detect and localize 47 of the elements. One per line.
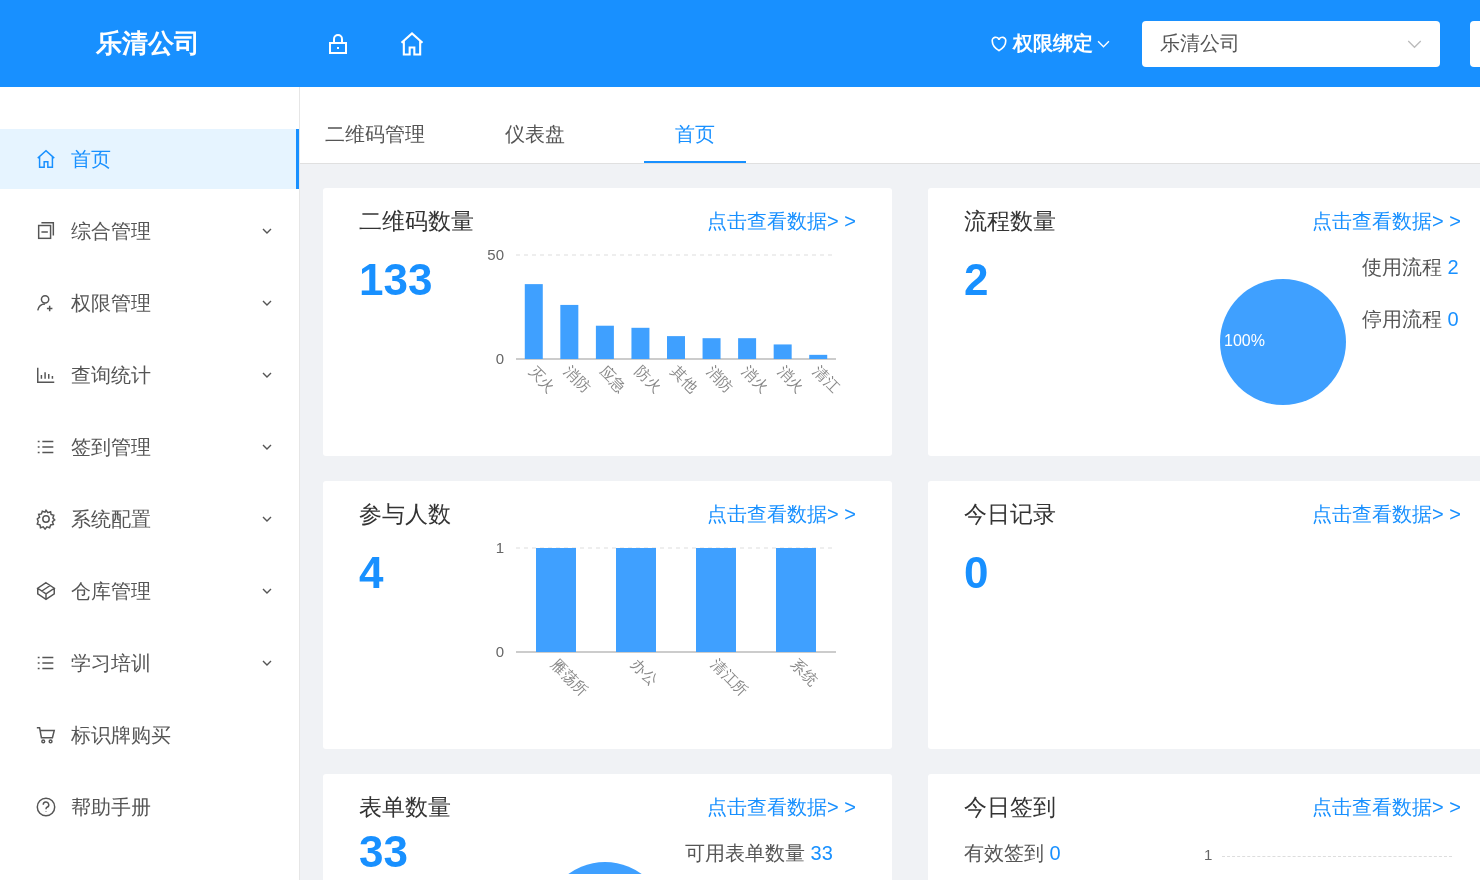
axis-tick-label: 1: [495, 539, 504, 556]
axis-category-label: 应急: [596, 362, 630, 396]
sidebar-item[interactable]: 帮助手册: [0, 777, 299, 837]
axis-category-label: 消火: [739, 362, 773, 396]
axis-category-label: 雁荡所: [547, 655, 592, 699]
legend-text: 有效签到 0: [964, 841, 1062, 866]
total-count: 4: [359, 549, 385, 599]
card-title: 参与人数: [359, 499, 451, 529]
total-count: 33: [359, 828, 409, 878]
sidebar-item[interactable]: 系统配置: [0, 489, 299, 549]
axis-category-label: 灭火: [525, 362, 559, 396]
sidebar-item[interactable]: 签到管理: [0, 417, 299, 477]
legend-text: 使用流程 2: [1362, 255, 1459, 280]
company-select[interactable]: 乐清公司: [1142, 20, 1440, 67]
sidebar-item[interactable]: 查询统计: [0, 345, 299, 405]
axis-category-label: 清江所: [707, 655, 752, 699]
tab[interactable]: 二维码管理: [324, 121, 426, 163]
sidebar-item[interactable]: 标识牌购买: [0, 705, 299, 765]
axis-category-label: 防火: [632, 362, 666, 396]
total-count: 0: [964, 549, 990, 599]
sidebar-item[interactable]: 仓库管理: [0, 561, 299, 621]
legend-text: 停用流程 0: [1362, 307, 1459, 332]
axis-category-label: 清江: [810, 362, 844, 396]
legend-text: 可用表单数量 33: [685, 841, 833, 866]
logo-text: 乐清公司: [96, 27, 201, 60]
axis-category-label: 系统: [787, 655, 822, 689]
axis-tick-label: 0: [495, 350, 504, 367]
card-title: 流程数量: [964, 206, 1056, 236]
total-count: 2: [964, 256, 990, 306]
axis-category-label: 其他: [667, 362, 702, 396]
card-title: 表单数量: [359, 792, 451, 822]
card-title: 今日记录: [964, 499, 1056, 529]
axis-category-label: 办公: [627, 655, 662, 689]
axis-tick-label: 0: [495, 643, 504, 660]
axis-category-label: 消防: [703, 362, 737, 396]
card-title: 二维码数量: [359, 206, 474, 236]
axis-tick-label: 1: [1204, 846, 1213, 865]
card-title: 今日签到: [964, 792, 1056, 822]
tab[interactable]: 仪表盘: [484, 121, 586, 163]
axis-tick-label: 50: [487, 246, 504, 263]
axis-category-label: 消火: [774, 362, 808, 396]
sidebar-item[interactable]: 综合管理: [0, 201, 299, 261]
pie-data-label: 100%: [1224, 332, 1265, 349]
total-count: 133: [359, 256, 434, 306]
sidebar-item[interactable]: 权限管理: [0, 273, 299, 333]
sidebar-item[interactable]: 学习培训: [0, 633, 299, 693]
axis-category-label: 消防: [561, 362, 595, 396]
